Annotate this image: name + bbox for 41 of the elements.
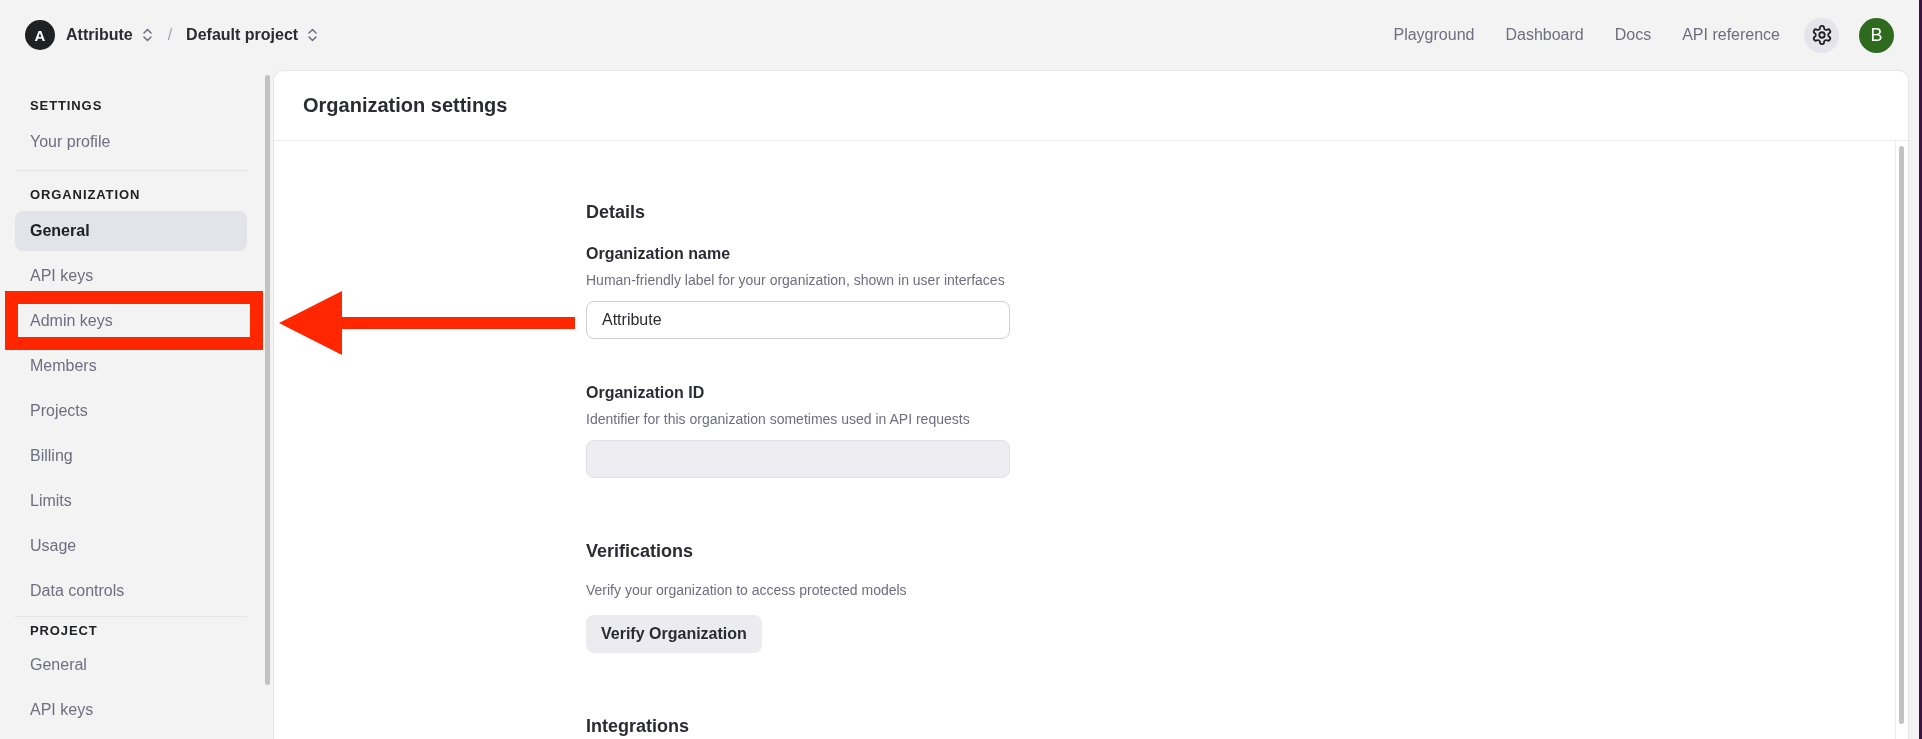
sidebar-item[interactable]: Projects <box>15 391 247 431</box>
section-description: Verify your organization to access protected models <box>586 581 908 599</box>
sidebar-item[interactable]: Admin keys <box>15 301 247 341</box>
scrollbar-thumb[interactable] <box>265 75 270 685</box>
sidebar-item[interactable]: Usage <box>15 526 247 566</box>
sidebar-item[interactable]: General <box>15 211 247 251</box>
user-avatar[interactable]: B <box>1859 17 1894 53</box>
field-hint: Human-friendly label for your organization, shown in user interfaces <box>586 271 1006 289</box>
field-label: Organization name <box>586 244 732 264</box>
sidebar-heading: PROJECT <box>29 623 99 639</box>
text-field[interactable]: Attribute <box>586 301 1010 339</box>
section-heading: Integrations <box>586 715 690 737</box>
sidebar-heading: ORGANIZATION <box>29 187 142 203</box>
sidebar-item[interactable]: API keys <box>15 256 247 296</box>
sidebar-item[interactable]: General <box>15 645 247 685</box>
chevron-up-down-icon <box>142 28 152 42</box>
sidebar-item[interactable]: Billing <box>15 436 247 476</box>
nav-link[interactable]: Dashboard <box>1505 26 1584 44</box>
nav-link[interactable]: Playground <box>1393 26 1475 44</box>
organization-avatar: A <box>25 20 55 50</box>
sidebar-item[interactable]: Your profile <box>15 122 247 162</box>
field-hint: Identifier for this organization sometimes used in API requests <box>586 410 971 428</box>
verify-button[interactable]: Verify Organization <box>586 615 762 653</box>
settings-button[interactable] <box>1804 17 1839 53</box>
sidebar-item[interactable]: API keys <box>15 690 247 730</box>
sidebar-item[interactable]: Members <box>15 346 247 386</box>
nav-link[interactable]: API reference <box>1682 26 1780 44</box>
organization-switcher[interactable]: Attribute <box>66 26 152 44</box>
field-label: Organization ID <box>586 383 706 403</box>
page-title: Organization settings <box>303 94 508 117</box>
breadcrumb-separator: / <box>167 26 173 44</box>
chevron-up-down-icon <box>308 28 318 42</box>
sidebar-item[interactable]: Limits <box>15 481 247 521</box>
sidebar-item[interactable]: Data controls <box>15 571 247 611</box>
section-heading: Verifications <box>586 540 695 562</box>
section-heading: Details <box>586 201 647 223</box>
settings-icon <box>1811 25 1832 45</box>
sidebar-heading: SETTINGS <box>29 98 104 114</box>
project-switcher[interactable]: Default project <box>186 26 318 44</box>
scrollbar-thumb[interactable] <box>1899 146 1904 724</box>
nav-link[interactable]: Docs <box>1614 26 1652 44</box>
